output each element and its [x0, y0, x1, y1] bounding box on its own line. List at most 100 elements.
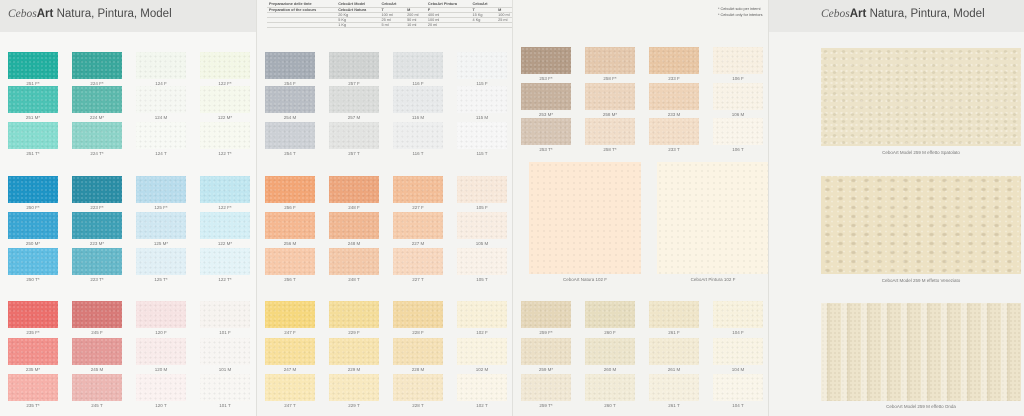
swatch-code: 235 M* [25, 367, 41, 372]
color-swatch [649, 374, 699, 401]
color-swatch [8, 301, 58, 328]
swatch-code: 120 F [155, 330, 167, 335]
swatch-code: 106 M [731, 112, 745, 117]
color-swatch [521, 83, 571, 110]
effect-photo-veneziato [821, 176, 1021, 274]
swatch-code: 261 F [668, 330, 680, 335]
color-swatch [521, 118, 571, 145]
swatch-code: 228 M [411, 367, 425, 372]
swatch-code: 257 T [348, 151, 360, 156]
swatch-code: 122 T* [218, 151, 232, 156]
color-swatch [521, 338, 571, 365]
swatch-code: 235 T* [26, 403, 40, 408]
brand-art: Art [36, 8, 54, 20]
color-swatch [649, 301, 699, 328]
swatch-code: 101 F [219, 330, 231, 335]
color-swatch [8, 248, 58, 275]
large-sample-caption: CeboArt Natura 102 F [562, 277, 608, 282]
color-swatch [329, 338, 379, 365]
color-swatch [585, 301, 635, 328]
color-swatch [393, 86, 443, 113]
swatch-code: 256 M [283, 241, 297, 246]
color-swatch [585, 47, 635, 74]
swatch-code: 124 M [154, 115, 168, 120]
swatch-code: 248 T [348, 277, 360, 282]
notes: * CeboArt solo per interni * CeboArt onl… [718, 6, 763, 18]
color-swatch [393, 52, 443, 79]
swatch-code: 256 T [284, 277, 296, 282]
color-swatch [200, 176, 250, 203]
color-swatch [200, 52, 250, 79]
swatch-code: 233 T [668, 147, 680, 152]
color-swatch [8, 338, 58, 365]
brand-logo: Cebos [8, 8, 37, 20]
swatch-code: 253 T* [539, 147, 553, 152]
swatch-code: 105 M [475, 241, 489, 246]
color-swatch [457, 374, 507, 401]
swatch-code: 116 M [411, 115, 425, 120]
swatch-code: 258 T* [603, 147, 617, 152]
prep-row: 1 Kg 5 ml 10 ml 20 ml [267, 22, 512, 28]
swatch-code: 120 T [155, 403, 167, 408]
color-swatch [8, 176, 58, 203]
swatch-code: 223 T* [90, 277, 104, 282]
prep-cell: 1 Kg [336, 22, 380, 28]
swatch-code: 228 F [412, 330, 424, 335]
swatch-code: 105 T [476, 277, 488, 282]
color-swatch [8, 86, 58, 113]
swatch-code: 251 T* [26, 151, 40, 156]
color-swatch [200, 301, 250, 328]
swatch-code: 248 M [347, 241, 361, 246]
swatch-code: 122 T* [218, 277, 232, 282]
swatch-code: 229 M [347, 367, 361, 372]
color-swatch [713, 301, 763, 328]
swatch-code: 125 M* [153, 241, 169, 246]
color-swatch [265, 52, 315, 79]
color-swatch [329, 52, 379, 79]
color-swatch [8, 122, 58, 149]
swatch-code: 105 F [476, 205, 488, 210]
color-swatch [457, 52, 507, 79]
color-swatch [265, 122, 315, 149]
swatch-code: 104 M [731, 367, 745, 372]
color-swatch [457, 176, 507, 203]
swatch-code: 254 M [283, 115, 297, 120]
prep-cell [470, 22, 497, 28]
color-swatch [265, 86, 315, 113]
swatch-code: 102 M [475, 367, 489, 372]
effect-caption: CeboArt Model 259 M effetto Veneziato [881, 278, 961, 283]
color-swatch [72, 52, 122, 79]
color-swatch [136, 122, 186, 149]
swatch-code: 248 F [348, 205, 360, 210]
color-swatch [649, 118, 699, 145]
color-swatch [136, 248, 186, 275]
swatch-code: 259 F* [539, 330, 553, 335]
color-swatch [585, 118, 635, 145]
color-swatch [393, 212, 443, 239]
color-swatch [521, 301, 571, 328]
swatch-code: 227 F [412, 205, 424, 210]
prep-cell: 20 ml [425, 22, 471, 28]
color-swatch [200, 122, 250, 149]
color-swatch [265, 374, 315, 401]
color-swatch [265, 248, 315, 275]
color-swatch [72, 176, 122, 203]
color-swatch [585, 83, 635, 110]
color-swatch [329, 212, 379, 239]
swatch-code: 227 T [412, 277, 424, 282]
swatch-code: 122 F* [218, 205, 232, 210]
swatch-code: 250 F* [26, 205, 40, 210]
color-swatch [393, 122, 443, 149]
swatch-code: 229 T [348, 403, 360, 408]
swatch-code: 245 T [91, 403, 103, 408]
swatch-code: 256 F [284, 205, 296, 210]
swatch-code: 104 T [732, 403, 744, 408]
color-swatch [136, 176, 186, 203]
effect-caption: CeboArt Model 259 M effetto Onda [886, 404, 956, 409]
prep-cell: 10 ml [405, 22, 426, 28]
panel-beige: * CeboArt solo per interni * CeboArt onl… [512, 0, 768, 416]
swatch-code: 253 F* [539, 76, 553, 81]
color-swatch [72, 301, 122, 328]
swatch-code: 104 F [732, 330, 744, 335]
color-swatch [713, 47, 763, 74]
